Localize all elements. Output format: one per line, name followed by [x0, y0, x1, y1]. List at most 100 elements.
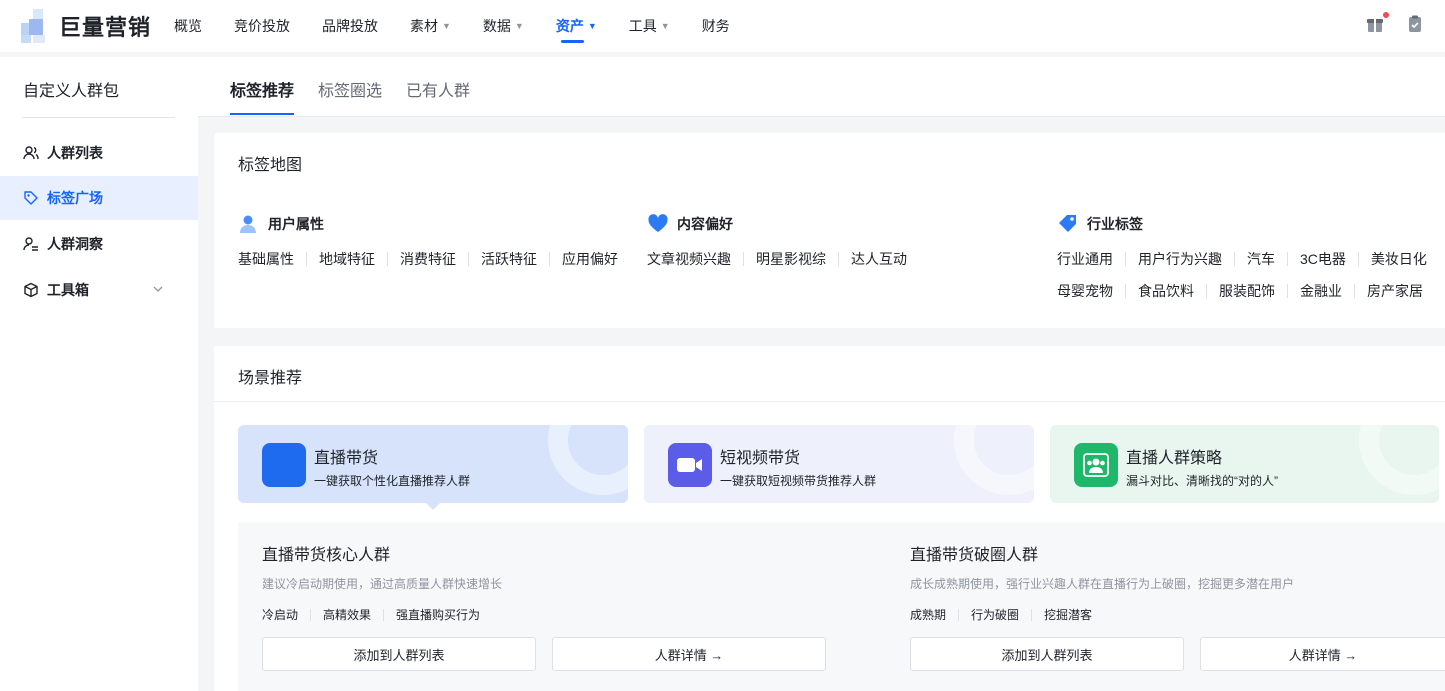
scene-name: 短视频带货 [720, 450, 801, 467]
tag-link[interactable]: 应用偏好 [562, 249, 618, 269]
tag-link[interactable]: 母婴宠物 [1057, 281, 1113, 301]
nav-item-overview[interactable]: 概览 [174, 0, 202, 52]
tab-existing-audience[interactable]: 已有人群 [406, 77, 470, 101]
sidebar-item-label: 人群洞察 [47, 236, 103, 252]
scene-recommend-title: 场景推荐 [238, 370, 303, 387]
decorative-ring [954, 425, 1034, 495]
sidebar-title: 自定义人群包 [23, 83, 120, 100]
group-icon [1074, 443, 1118, 487]
sidebar: 自定义人群包 人群列表 标签广场 人群洞察 工具箱 [0, 57, 198, 691]
audience-breakout: 直播带货破圈人群 成长成熟期使用，强行业兴趣人群在直播行为上破圈，挖掘更多潜在用… [910, 541, 1294, 623]
tab-active-indicator [230, 113, 294, 115]
user-search-icon [23, 237, 38, 251]
live-icon [262, 443, 306, 487]
main-nav: 概览 竞价投放 品牌投放 素材 ▼ 数据 ▼ 资产 ▼ 工具 ▼ 财务 [174, 0, 762, 52]
audience-detail-button[interactable]: 人群详情 → [1200, 637, 1445, 671]
tag-link[interactable]: 基础属性 [238, 249, 294, 269]
tab-bar: 标签推荐 标签圈选 已有人群 [198, 57, 1445, 117]
decorative-ring [1359, 425, 1439, 495]
nav-label: 工具 [628, 18, 657, 34]
tag-link[interactable]: 活跃特征 [481, 249, 537, 269]
sidebar-item-toolbox[interactable]: 工具箱 [0, 268, 198, 312]
brand-name: 巨量营销 [59, 15, 152, 40]
brand-logo[interactable]: 巨量营销 [21, 9, 151, 43]
nav-label: 品牌投放 [322, 18, 378, 34]
add-to-audience-list-button[interactable]: 添加到人群列表 [262, 637, 536, 671]
scene-name: 直播人群策略 [1126, 450, 1223, 467]
audience-tags: 成熟期 行为破圈 挖掘潜客 [910, 606, 1294, 623]
decorative-ring [548, 425, 628, 495]
nav-label: 财务 [701, 18, 730, 34]
tag-link[interactable]: 地域特征 [319, 249, 375, 269]
notification-dot [1383, 12, 1389, 18]
scene-desc: 一键获取短视频带货推荐人群 [720, 474, 877, 488]
nav-label: 竞价投放 [234, 18, 290, 34]
nav-item-materials[interactable]: 素材 ▼ [410, 0, 451, 52]
add-to-audience-list-button[interactable]: 添加到人群列表 [910, 637, 1184, 671]
users-icon [23, 146, 39, 160]
tag-link[interactable]: 达人互动 [851, 249, 907, 269]
tag-link[interactable]: 金融业 [1300, 281, 1342, 301]
card-divider [214, 401, 1445, 402]
nav-item-tools[interactable]: 工具 ▼ [629, 0, 670, 52]
tag-link[interactable]: 房产家居 [1367, 281, 1423, 301]
sidebar-item-label: 人群列表 [47, 145, 103, 161]
tag-row: 行业通用 用户行为兴趣 汽车 3C电器 美妆日化 [1057, 249, 1427, 269]
tab-tag-recommend[interactable]: 标签推荐 [230, 77, 294, 101]
gift-icon[interactable] [1365, 12, 1389, 34]
tag-group-title: 用户属性 [268, 216, 324, 232]
scene-name: 直播带货 [314, 450, 379, 467]
tag-link[interactable]: 文章视频兴趣 [647, 249, 731, 269]
nav-item-brand[interactable]: 品牌投放 [322, 0, 378, 52]
audience-tags: 冷启动 高精效果 强直播购买行为 [262, 606, 502, 623]
tag-link[interactable]: 行业通用 [1057, 249, 1113, 269]
tag-link[interactable]: 消费特征 [400, 249, 456, 269]
sidebar-item-audience-list[interactable]: 人群列表 [0, 131, 198, 175]
sidebar-item-audience-insight[interactable]: 人群洞察 [0, 222, 198, 266]
sidebar-item-tag-square[interactable]: 标签广场 [0, 176, 198, 220]
audience-tag: 强直播购买行为 [396, 608, 481, 622]
nav-item-assets[interactable]: 资产 ▼ [556, 0, 597, 52]
tag-map-card: 标签地图 用户属性 基础属性 地域特征 消费特征 活跃特征 应用偏好 内容偏好 … [214, 133, 1445, 328]
tag-link[interactable]: 3C电器 [1300, 249, 1346, 269]
nav-item-data[interactable]: 数据 ▼ [483, 0, 524, 52]
sidebar-item-label: 工具箱 [47, 282, 89, 298]
tag-link[interactable]: 美妆日化 [1371, 249, 1427, 269]
tag-link[interactable]: 汽车 [1247, 249, 1275, 269]
tag-link[interactable]: 明星影视综 [756, 249, 826, 269]
nav-label: 数据 [482, 18, 511, 34]
scene-card-short-video[interactable]: 短视频带货 一键获取短视频带货推荐人群 [644, 425, 1034, 503]
tag-link[interactable]: 食品饮料 [1138, 281, 1194, 301]
tag-row: 文章视频兴趣 明星影视综 达人互动 [647, 249, 907, 269]
tag-map-title: 标签地图 [238, 157, 303, 174]
audience-desc: 成长成熟期使用，强行业兴趣人群在直播行为上破圈，挖掘更多潜在用户 [910, 577, 1295, 591]
video-camera-icon [668, 443, 712, 487]
box-icon [24, 282, 38, 298]
clipboard-icon[interactable] [1405, 14, 1425, 34]
tag-group-user-attributes: 用户属性 基础属性 地域特征 消费特征 活跃特征 应用偏好 [238, 213, 618, 269]
sidebar-divider [22, 117, 175, 118]
audience-tag: 行为破圈 [971, 608, 1020, 622]
audience-title: 直播带货破圈人群 [910, 547, 1039, 564]
tab-tag-select[interactable]: 标签圈选 [318, 77, 382, 101]
tag-link[interactable]: 服装配饰 [1219, 281, 1275, 301]
audience-tag: 冷启动 [262, 608, 299, 622]
scene-card-live-strategy[interactable]: 直播人群策略 漏斗对比、清晰找的“对的人” [1050, 425, 1439, 503]
tag-group-title: 内容偏好 [677, 216, 733, 232]
tag-group-industry: 行业标签 行业通用 用户行为兴趣 汽车 3C电器 美妆日化 母婴宠物 食品饮料 … [1057, 213, 1427, 301]
selected-scene-pointer [425, 502, 441, 510]
audience-title: 直播带货核心人群 [262, 547, 391, 564]
nav-label: 概览 [174, 18, 202, 34]
user-attr-icon [240, 215, 256, 233]
nav-item-bidding[interactable]: 竞价投放 [234, 0, 290, 52]
tag-link[interactable]: 用户行为兴趣 [1138, 249, 1222, 269]
scene-card-live-commerce[interactable]: 直播带货 一键获取个性化直播推荐人群 [238, 425, 628, 503]
top-navigation-bar: 巨量营销 概览 竞价投放 品牌投放 素材 ▼ 数据 ▼ 资产 ▼ 工具 ▼ 财务 [0, 0, 1445, 52]
nav-item-finance[interactable]: 财务 [702, 0, 730, 52]
chevron-down-icon [153, 286, 163, 292]
sidebar-item-label: 标签广场 [47, 190, 103, 206]
audience-tag: 高精效果 [323, 608, 372, 622]
scene-desc: 一键获取个性化直播推荐人群 [314, 474, 471, 488]
audience-desc: 建议冷启动期使用，通过高质量人群快速增长 [262, 577, 503, 591]
audience-detail-button[interactable]: 人群详情 → [552, 637, 826, 671]
